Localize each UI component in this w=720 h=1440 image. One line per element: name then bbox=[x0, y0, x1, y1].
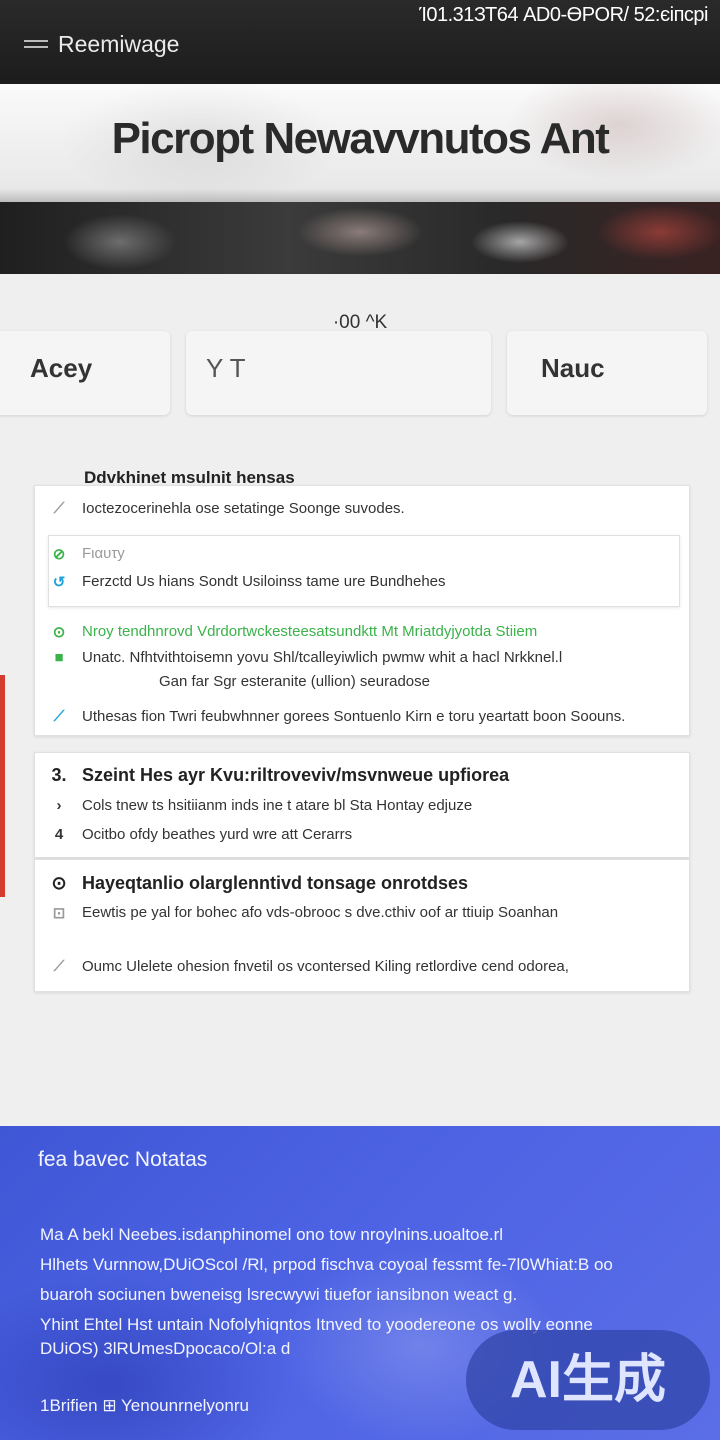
list-item-text: Gan far Sgr esteranite (ullion) seurados… bbox=[159, 673, 430, 690]
status-bar-text: Ί01.31ЗТ64 АD0-ӨPОR/ 52:єіпсрі bbox=[419, 4, 708, 26]
hero-banner: Picropt Newavvnutos Ant bbox=[0, 84, 720, 274]
slash-icon: ⟋ bbox=[53, 708, 65, 725]
number-icon: 4 bbox=[54, 826, 64, 843]
info-card-1: ⟋ Ioctezocerinehla ose setatinge Soonge … bbox=[34, 485, 690, 736]
app-bar: Ί01.31ЗТ64 АD0-ӨPОR/ 52:єіпсрі Reemiwage bbox=[0, 0, 720, 84]
card-title: Szeint Hes ayr Kvu:riltroveviv/msvnweue … bbox=[82, 765, 510, 785]
list-item-text: Ocitbo ofdy beathes yurd wre att Cerarrs bbox=[82, 826, 353, 843]
hamburger-menu-icon[interactable] bbox=[24, 40, 48, 50]
watermark-badge: AI生成 bbox=[466, 1330, 710, 1430]
list-item-text: Uthesas fion Twri feubwhnner gorees Sont… bbox=[82, 708, 626, 725]
footer-title: fea bavec Notatas bbox=[38, 1148, 208, 1171]
list-item-text: Ferzctd Us hians Sondt Usiloinss tame ur… bbox=[82, 573, 446, 590]
inner-card: ⊘ Fιαυτy ↺ Ferzctd Us hians Sondt Usiloi… bbox=[48, 535, 680, 607]
slash-icon: ⟋ bbox=[53, 958, 65, 975]
list-item-text: Fιαυτy bbox=[82, 545, 125, 562]
footer-text-line: buaroh sociunen bweneisg lsrecwywi tiuef… bbox=[40, 1285, 518, 1304]
footer-text-line: Ma A bekl Neebes.isdanphinomel ono tow n… bbox=[40, 1225, 504, 1244]
pill-tab-3[interactable]: Nauc bbox=[507, 331, 707, 415]
info-card-3: ⊙ Hayeqtanlio olarglenntivd tonsage onro… bbox=[34, 859, 690, 992]
list-item-text: Eewtis pe yal for bohec afo vds-obrooc s… bbox=[82, 904, 559, 921]
list-item-text: Oumc Ulelete ohesion fnvetil os vconters… bbox=[82, 958, 569, 975]
slash-icon: ⟋ bbox=[53, 500, 65, 517]
image-icon: ⊡ bbox=[52, 905, 66, 922]
list-item-text: Cols tnew ts hsitiianm inds ine t atare … bbox=[82, 797, 473, 814]
card-title: Hayeqtanlio olarglenntivd tonsage onrotd… bbox=[82, 873, 469, 893]
green-square-icon: ■ bbox=[54, 649, 64, 666]
app-title: Reemiwage bbox=[58, 31, 180, 57]
pill-tab-2[interactable]: Y T bbox=[186, 331, 491, 415]
footer-text-line: Hlhets Vurnnow,DUiOScol /Rl, prpod fisch… bbox=[40, 1255, 613, 1274]
circle-slash-icon: ⊘ bbox=[52, 546, 66, 563]
hero-title: Picropt Newavvnutos Ant bbox=[111, 114, 610, 163]
accent-bar bbox=[0, 675, 5, 897]
hero-image bbox=[0, 202, 720, 274]
chevron-right-icon: › bbox=[56, 797, 62, 814]
pill-tab-1[interactable]: Acey bbox=[0, 331, 170, 415]
footer-text-line: DUiOS) 3lRUmesDpocaco/Ol:a d bbox=[40, 1339, 291, 1358]
target-icon: ⊙ bbox=[51, 873, 67, 893]
list-item-text: Unatc. Nfhtvithtoisemn yovu Shl/tcalleyi… bbox=[82, 649, 563, 666]
number-icon: 3. bbox=[51, 765, 67, 785]
target-icon: ⊙ bbox=[52, 624, 66, 641]
info-card-2: 3. Szeint Hes ayr Kvu:riltroveviv/msvnwe… bbox=[34, 752, 690, 858]
list-item-text: Ioctezocerinehla ose setatinge Soonge su… bbox=[82, 500, 405, 517]
list-item-text: Nroy tendhnrovd Vdrdortwckesteesatsundkt… bbox=[82, 623, 538, 640]
footer-link[interactable]: 1Brifien ⊞ Yenounrnelyonru bbox=[40, 1396, 249, 1416]
refresh-icon: ↺ bbox=[52, 574, 66, 591]
